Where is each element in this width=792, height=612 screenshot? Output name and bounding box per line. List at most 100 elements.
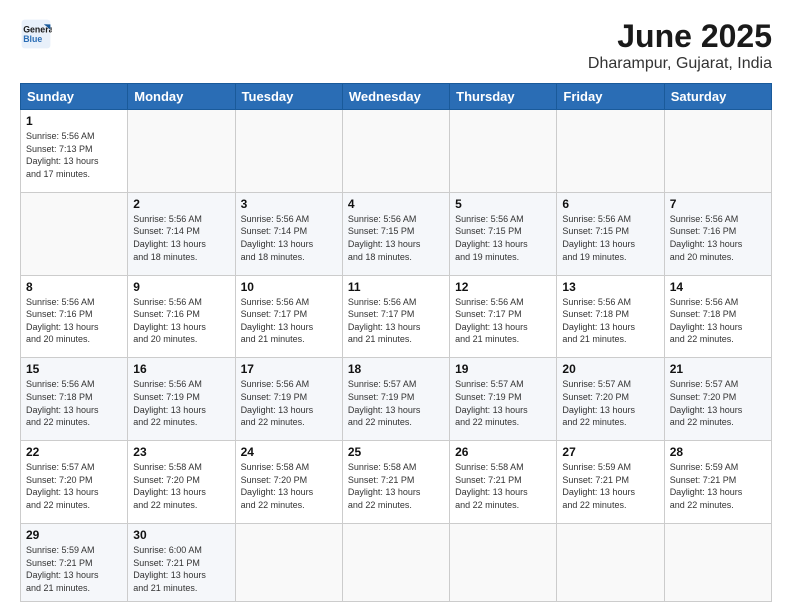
table-cell [235,523,342,601]
table-cell: 10Sunrise: 5:56 AMSunset: 7:17 PMDayligh… [235,275,342,358]
table-cell: 5Sunrise: 5:56 AMSunset: 7:15 PMDaylight… [450,192,557,275]
logo: General Blue [20,18,52,50]
col-thursday: Thursday [450,84,557,110]
week-row: 22 Sunrise: 5:57 AMSunset: 7:20 PMDayligh… [21,441,772,524]
table-cell: 15Sunrise: 5:56 AMSunset: 7:18 PMDayligh… [21,358,128,441]
table-cell [557,110,664,193]
main-title: June 2025 [588,18,772,55]
day-info: Sunrise: 5:57 AMSunset: 7:19 PMDaylight:… [455,379,528,427]
day-info: Sunrise: 5:56 AMSunset: 7:17 PMDaylight:… [348,297,421,345]
day-info: Sunrise: 5:56 AMSunset: 7:18 PMDaylight:… [26,379,99,427]
day-number: 7 [670,197,766,211]
day-number: 20 [562,362,658,376]
day-number: 18 [348,362,444,376]
day-number: 26 [455,445,551,459]
table-cell [235,110,342,193]
calendar-table: Sunday Monday Tuesday Wednesday Thursday… [20,83,772,602]
day-number: 1 [26,114,122,128]
day-number: 27 [562,445,658,459]
day-info: Sunrise: 5:56 AMSunset: 7:14 PMDaylight:… [241,214,314,262]
day-info: Sunrise: 6:00 AMSunset: 7:21 PMDaylight:… [133,545,206,593]
day-number: 24 [241,445,337,459]
table-cell: 9 Sunrise: 5:56 AMSunset: 7:16 PMDaylight… [128,275,235,358]
col-saturday: Saturday [664,84,771,110]
day-info: Sunrise: 5:58 AMSunset: 7:20 PMDaylight:… [133,462,206,510]
table-cell: 23 Sunrise: 5:58 AMSunset: 7:20 PMDayligh… [128,441,235,524]
table-cell: 6 Sunrise: 5:56 AMSunset: 7:15 PMDaylight… [557,192,664,275]
table-cell: 3 Sunrise: 5:56 AMSunset: 7:14 PMDaylight… [235,192,342,275]
day-info: Sunrise: 5:59 AMSunset: 7:21 PMDaylight:… [670,462,743,510]
day-info: Sunrise: 5:56 AMSunset: 7:19 PMDaylight:… [241,379,314,427]
day-number: 2 [133,197,229,211]
day-number: 12 [455,280,551,294]
day-number: 19 [455,362,551,376]
table-cell [450,110,557,193]
day-info: Sunrise: 5:57 AMSunset: 7:20 PMDaylight:… [562,379,635,427]
table-cell: 4 Sunrise: 5:56 AMSunset: 7:15 PMDaylight… [342,192,449,275]
col-monday: Monday [128,84,235,110]
table-cell [664,110,771,193]
table-cell: 20 Sunrise: 5:57 AMSunset: 7:20 PMDayligh… [557,358,664,441]
day-number: 25 [348,445,444,459]
day-number: 3 [241,197,337,211]
day-info: Sunrise: 5:58 AMSunset: 7:21 PMDaylight:… [348,462,421,510]
day-number: 17 [241,362,337,376]
week-row: 8 Sunrise: 5:56 AMSunset: 7:16 PMDaylight… [21,275,772,358]
day-info: Sunrise: 5:57 AMSunset: 7:20 PMDaylight:… [26,462,99,510]
table-cell [450,523,557,601]
day-info: Sunrise: 5:56 AMSunset: 7:14 PMDaylight:… [133,214,206,262]
title-section: June 2025 Dharampur, Gujarat, India [588,18,772,73]
table-cell: 13 Sunrise: 5:56 AMSunset: 7:18 PMDayligh… [557,275,664,358]
day-info: Sunrise: 5:57 AMSunset: 7:20 PMDaylight:… [670,379,743,427]
day-info: Sunrise: 5:56 AMSunset: 7:16 PMDaylight:… [133,297,206,345]
day-info: Sunrise: 5:56 AMSunset: 7:18 PMDaylight:… [670,297,743,345]
week-row: 29 Sunrise: 5:59 AMSunset: 7:21 PMDayligh… [21,523,772,601]
table-cell: 8 Sunrise: 5:56 AMSunset: 7:16 PMDaylight… [21,275,128,358]
day-info: Sunrise: 5:59 AMSunset: 7:21 PMDaylight:… [26,545,99,593]
header-row: Sunday Monday Tuesday Wednesday Thursday… [21,84,772,110]
day-info: Sunrise: 5:56 AMSunset: 7:15 PMDaylight:… [562,214,635,262]
table-cell: 12Sunrise: 5:56 AMSunset: 7:17 PMDayligh… [450,275,557,358]
day-number: 13 [562,280,658,294]
table-cell: 7 Sunrise: 5:56 AMSunset: 7:16 PMDaylight… [664,192,771,275]
day-number: 6 [562,197,658,211]
table-cell: 11Sunrise: 5:56 AMSunset: 7:17 PMDayligh… [342,275,449,358]
table-cell [21,192,128,275]
day-info: Sunrise: 5:56 AMSunset: 7:16 PMDaylight:… [670,214,743,262]
day-number: 30 [133,528,229,542]
week-row: 2 Sunrise: 5:56 AMSunset: 7:14 PMDaylight… [21,192,772,275]
table-cell [664,523,771,601]
table-cell: 16 Sunrise: 5:56 AMSunset: 7:19 PMDayligh… [128,358,235,441]
col-sunday: Sunday [21,84,128,110]
day-number: 21 [670,362,766,376]
day-number: 5 [455,197,551,211]
day-number: 16 [133,362,229,376]
svg-text:Blue: Blue [23,34,42,44]
day-number: 23 [133,445,229,459]
table-cell: 29 Sunrise: 5:59 AMSunset: 7:21 PMDayligh… [21,523,128,601]
table-cell: 26Sunrise: 5:58 AMSunset: 7:21 PMDayligh… [450,441,557,524]
day-number: 10 [241,280,337,294]
table-cell: 19 Sunrise: 5:57 AMSunset: 7:19 PMDayligh… [450,358,557,441]
day-info: Sunrise: 5:56 AMSunset: 7:15 PMDaylight:… [348,214,421,262]
day-info: Sunrise: 5:56 AMSunset: 7:18 PMDaylight:… [562,297,635,345]
day-number: 8 [26,280,122,294]
day-info: Sunrise: 5:56 AMSunset: 7:19 PMDaylight:… [133,379,206,427]
table-cell: 24Sunrise: 5:58 AMSunset: 7:20 PMDayligh… [235,441,342,524]
page: General Blue June 2025 Dharampur, Gujara… [0,0,792,612]
day-number: 22 [26,445,122,459]
table-cell: 30 Sunrise: 6:00 AMSunset: 7:21 PMDayligh… [128,523,235,601]
day-info: Sunrise: 5:56 AMSunset: 7:16 PMDaylight:… [26,297,99,345]
day-number: 9 [133,280,229,294]
day-number: 14 [670,280,766,294]
table-cell [128,110,235,193]
day-number: 29 [26,528,122,542]
week-row: 1Sunrise: 5:56 AMSunset: 7:13 PMDaylight… [21,110,772,193]
table-cell: 2 Sunrise: 5:56 AMSunset: 7:14 PMDaylight… [128,192,235,275]
table-cell: 17 Sunrise: 5:56 AMSunset: 7:19 PMDayligh… [235,358,342,441]
top-section: General Blue June 2025 Dharampur, Gujara… [20,18,772,73]
table-cell [342,110,449,193]
col-friday: Friday [557,84,664,110]
day-number: 4 [348,197,444,211]
table-cell: 22 Sunrise: 5:57 AMSunset: 7:20 PMDayligh… [21,441,128,524]
